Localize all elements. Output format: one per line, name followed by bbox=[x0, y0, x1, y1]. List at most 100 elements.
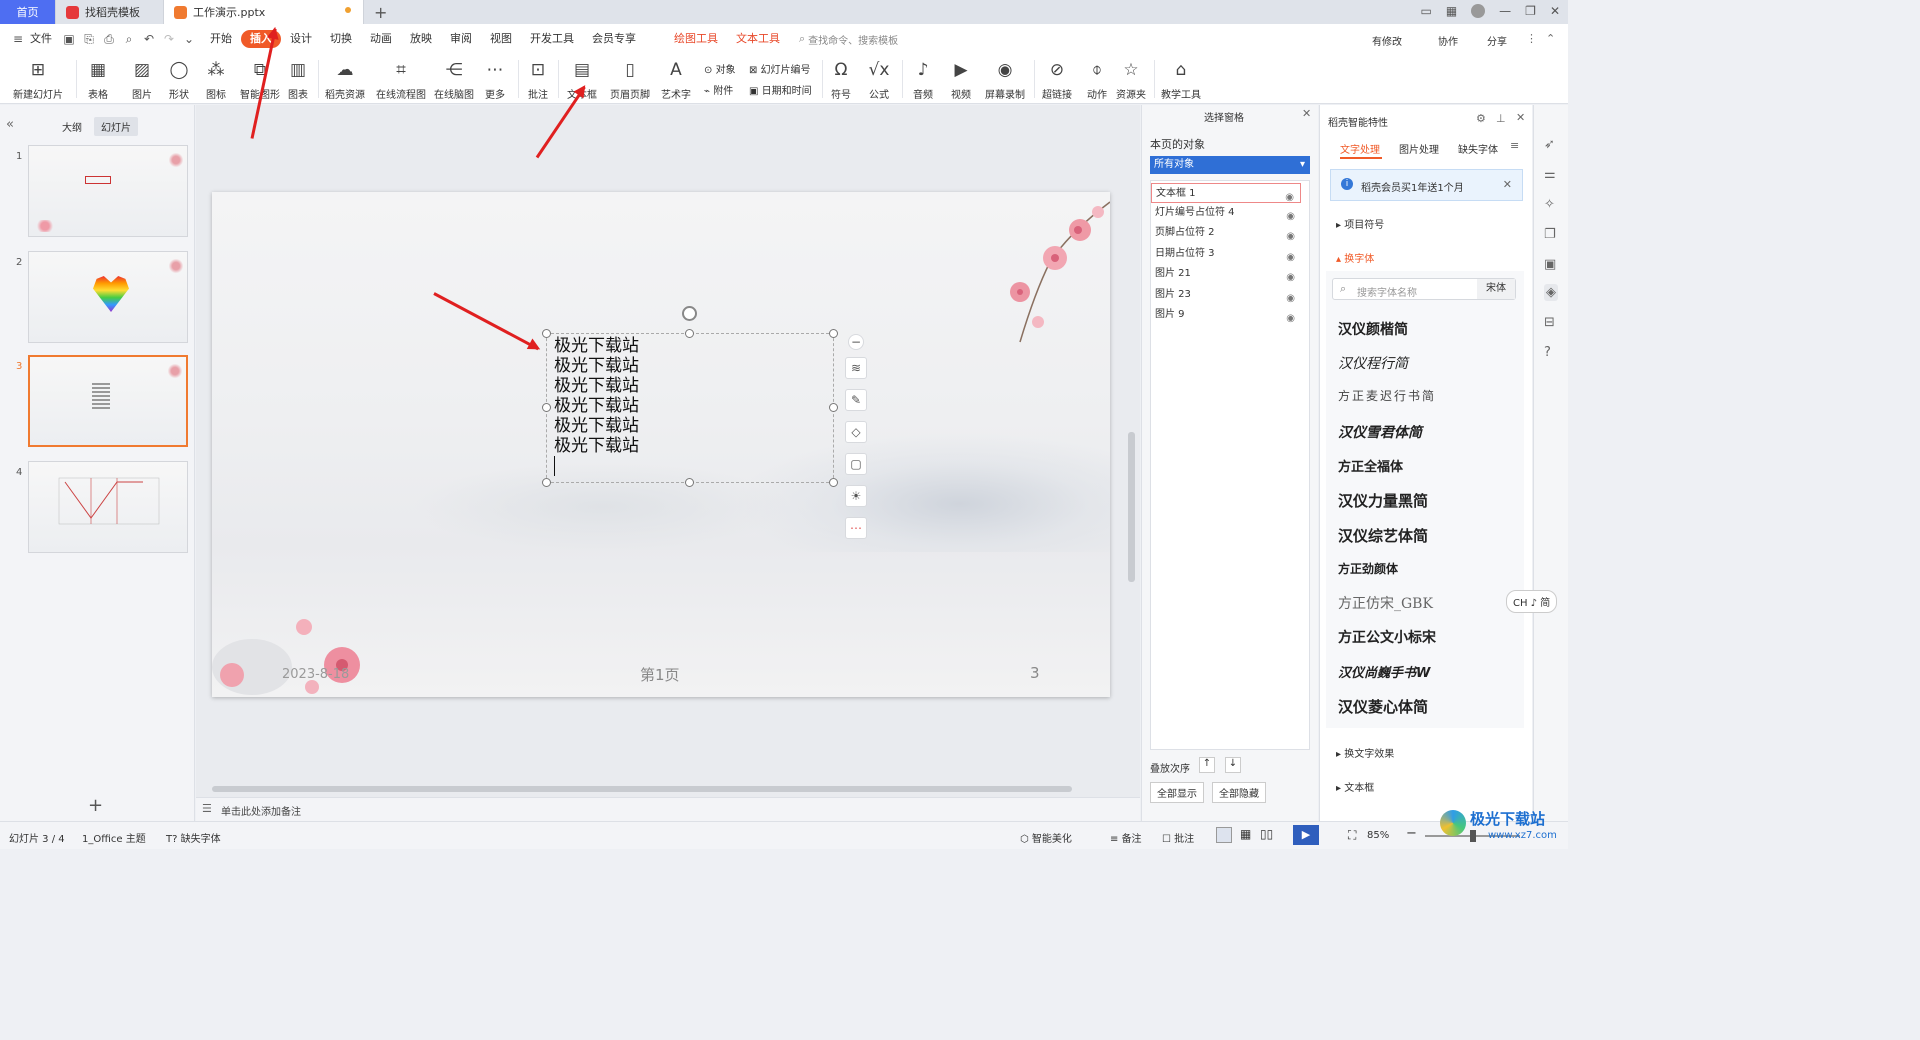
close-icon[interactable]: ✕ bbox=[1302, 107, 1311, 120]
hide-all-button[interactable]: 全部隐藏 bbox=[1212, 782, 1266, 803]
menu-design[interactable]: 设计 bbox=[281, 30, 321, 48]
pen-icon[interactable]: ✎ bbox=[845, 389, 867, 411]
layout-icon[interactable]: ▭ bbox=[1420, 4, 1431, 18]
font-option[interactable]: 汉仪菱心体简 bbox=[1338, 696, 1428, 717]
comments-toggle[interactable]: ☐ 批注 bbox=[1162, 830, 1194, 845]
object-row[interactable]: 灯片编号占位符 4 ◉ bbox=[1151, 203, 1301, 223]
new-tab-button[interactable]: + bbox=[364, 0, 397, 24]
font-option[interactable]: 汉仪力量黑简 bbox=[1338, 490, 1428, 511]
current-font[interactable]: 宋体 bbox=[1477, 279, 1515, 299]
slide-thumbnail-1[interactable] bbox=[28, 145, 188, 237]
slide-number-button[interactable]: ⊠ 幻灯片编号 bbox=[749, 61, 811, 76]
font-option[interactable]: 汉仪颜楷简 bbox=[1338, 319, 1408, 339]
slide[interactable]: 极光下载站 极光下载站 极光下载站 极光下载站 极光下载站 极光下载站 2023… bbox=[212, 192, 1110, 697]
menu-animation[interactable]: 动画 bbox=[361, 30, 401, 48]
comment-button[interactable]: ⊡ 批注 bbox=[524, 58, 552, 101]
grid-icon[interactable]: ▦ bbox=[1446, 4, 1457, 18]
date-time-button[interactable]: ▣ 日期和时间 bbox=[749, 82, 812, 97]
resize-handle[interactable] bbox=[542, 403, 551, 412]
missing-font-button[interactable]: T? 缺失字体 bbox=[166, 830, 221, 845]
shape-button[interactable]: ◯ 形状 bbox=[163, 58, 195, 101]
object-row[interactable]: 图片 21 ◉ bbox=[1151, 264, 1301, 284]
action-button[interactable]: ⌽ 动作 bbox=[1082, 58, 1112, 101]
modified-status[interactable]: 有修改 bbox=[1372, 33, 1402, 48]
collaborate-button[interactable]: 协作 bbox=[1438, 33, 1458, 48]
rotate-handle-icon[interactable] bbox=[682, 306, 697, 321]
object-button[interactable]: ⊙ 对象 bbox=[704, 61, 736, 76]
rocket-icon[interactable]: ➶ bbox=[1544, 137, 1555, 152]
maximize-icon[interactable]: ❐ bbox=[1525, 4, 1536, 18]
resize-handle[interactable] bbox=[542, 478, 551, 487]
image-icon[interactable]: ▣ bbox=[1544, 257, 1556, 272]
object-row[interactable]: 文本框 1 ◉ bbox=[1151, 183, 1301, 203]
panel-title[interactable]: 稻壳智能特性 bbox=[1328, 114, 1388, 129]
notes-placeholder[interactable]: 单击此处添加备注 bbox=[221, 803, 301, 818]
theme-name[interactable]: 1_Office 主题 bbox=[82, 830, 146, 845]
change-font-section[interactable]: ▴ 换字体 bbox=[1336, 250, 1374, 265]
menu-slideshow[interactable]: 放映 bbox=[401, 30, 441, 48]
object-row[interactable]: 图片 23 ◉ bbox=[1151, 285, 1301, 305]
resize-handle[interactable] bbox=[829, 478, 838, 487]
save-icon[interactable]: ▣ bbox=[61, 32, 77, 46]
copy-icon[interactable]: ❐ bbox=[1544, 227, 1556, 242]
settings-icon[interactable]: ⚙ bbox=[1476, 112, 1486, 125]
undo-icon[interactable]: ↶ bbox=[141, 32, 157, 46]
close-icon[interactable]: ✕ bbox=[1516, 111, 1525, 124]
export-icon[interactable]: ⎘ bbox=[81, 32, 97, 47]
wordart-button[interactable]: A 艺术字 bbox=[656, 58, 696, 101]
fill-icon[interactable]: ◇ bbox=[845, 421, 867, 443]
help-icon[interactable]: ? bbox=[1544, 345, 1551, 360]
online-flowchart-button[interactable]: ⌗ 在线流程图 bbox=[374, 58, 428, 101]
fit-window-icon[interactable]: ⛶ bbox=[1348, 828, 1356, 843]
normal-view-icon[interactable] bbox=[1216, 827, 1232, 843]
slide-thumbnail-4[interactable] bbox=[28, 461, 188, 553]
attachment-button[interactable]: ⌁ 附件 bbox=[704, 82, 733, 97]
tab-template[interactable]: 找稻壳模板 bbox=[56, 0, 164, 24]
avatar[interactable] bbox=[1471, 4, 1486, 18]
menu-view[interactable]: 视图 bbox=[481, 30, 521, 48]
tab-image-processing[interactable]: 图片处理 bbox=[1399, 141, 1439, 156]
resize-handle[interactable] bbox=[542, 329, 551, 338]
show-all-button[interactable]: 全部显示 bbox=[1150, 782, 1204, 803]
tab-slides[interactable]: 幻灯片 bbox=[94, 117, 138, 136]
font-option[interactable]: 方正劲颜体 bbox=[1338, 560, 1398, 577]
menu-file[interactable]: 文件 bbox=[30, 30, 61, 48]
font-option[interactable]: 方正仿宋_GBK bbox=[1338, 593, 1433, 613]
lightbulb-icon[interactable]: ☀ bbox=[845, 485, 867, 507]
share-button[interactable]: 分享 bbox=[1487, 33, 1507, 48]
font-option[interactable]: 汉仪雪君体简 bbox=[1338, 422, 1422, 442]
smart-beautify-button[interactable]: ⬡ 智能美化 bbox=[1020, 830, 1072, 845]
zoom-level[interactable]: 85% bbox=[1367, 830, 1389, 841]
sliders-icon[interactable]: ⚌ bbox=[1544, 167, 1556, 182]
more-icon[interactable]: ⋮ bbox=[1526, 32, 1537, 45]
preview-icon[interactable]: ⌕ bbox=[121, 32, 137, 47]
layers-icon[interactable]: ≋ bbox=[845, 357, 867, 379]
icon-button[interactable]: ⁂ 图标 bbox=[200, 58, 232, 101]
notes-toggle[interactable]: ≡ 备注 bbox=[1110, 830, 1142, 845]
minimize-icon[interactable]: — bbox=[1499, 4, 1511, 18]
hamburger-icon[interactable]: ≡ bbox=[10, 32, 26, 46]
close-banner-icon[interactable]: ✕ bbox=[1503, 178, 1512, 191]
add-slide-button[interactable]: + bbox=[88, 795, 103, 816]
chart-button[interactable]: ▥ 图表 bbox=[284, 58, 312, 101]
tab-missing-fonts[interactable]: 缺失字体 bbox=[1458, 141, 1498, 156]
table-button[interactable]: ▦ 表格 bbox=[82, 58, 114, 101]
tab-text-processing[interactable]: 文字处理 bbox=[1340, 141, 1380, 156]
smart-icon[interactable]: ◈ bbox=[1544, 284, 1558, 301]
ime-indicator[interactable]: CH ♪ 简 bbox=[1506, 590, 1558, 613]
more-button[interactable]: ⋯ 更多 bbox=[480, 58, 510, 101]
pin-icon[interactable]: ⊥ bbox=[1496, 112, 1506, 125]
font-option[interactable]: 汉仪尚巍手书W bbox=[1338, 662, 1430, 681]
resize-handle[interactable] bbox=[829, 329, 838, 338]
font-option[interactable]: 方正全福体 bbox=[1338, 456, 1403, 475]
book-icon[interactable]: ⊟ bbox=[1544, 315, 1555, 330]
object-row[interactable]: 页脚占位符 2 ◉ bbox=[1151, 223, 1301, 243]
textbox-content[interactable]: 极光下载站 极光下载站 极光下载站 极光下载站 极光下载站 极光下载站 bbox=[554, 336, 639, 476]
slide-number-placeholder[interactable]: 3 bbox=[1030, 664, 1040, 682]
customize-icon[interactable]: ⌄ bbox=[181, 32, 197, 46]
screen-record-button[interactable]: ◉ 屏幕录制 bbox=[982, 58, 1028, 101]
resource-folder-button[interactable]: ☆ 资源夹 bbox=[1114, 58, 1148, 101]
header-footer-button[interactable]: ▯ 页眉页脚 bbox=[608, 58, 652, 101]
font-option[interactable]: 汉仪程行简 bbox=[1338, 353, 1408, 373]
eye-icon[interactable]: ◉ bbox=[1286, 309, 1295, 329]
